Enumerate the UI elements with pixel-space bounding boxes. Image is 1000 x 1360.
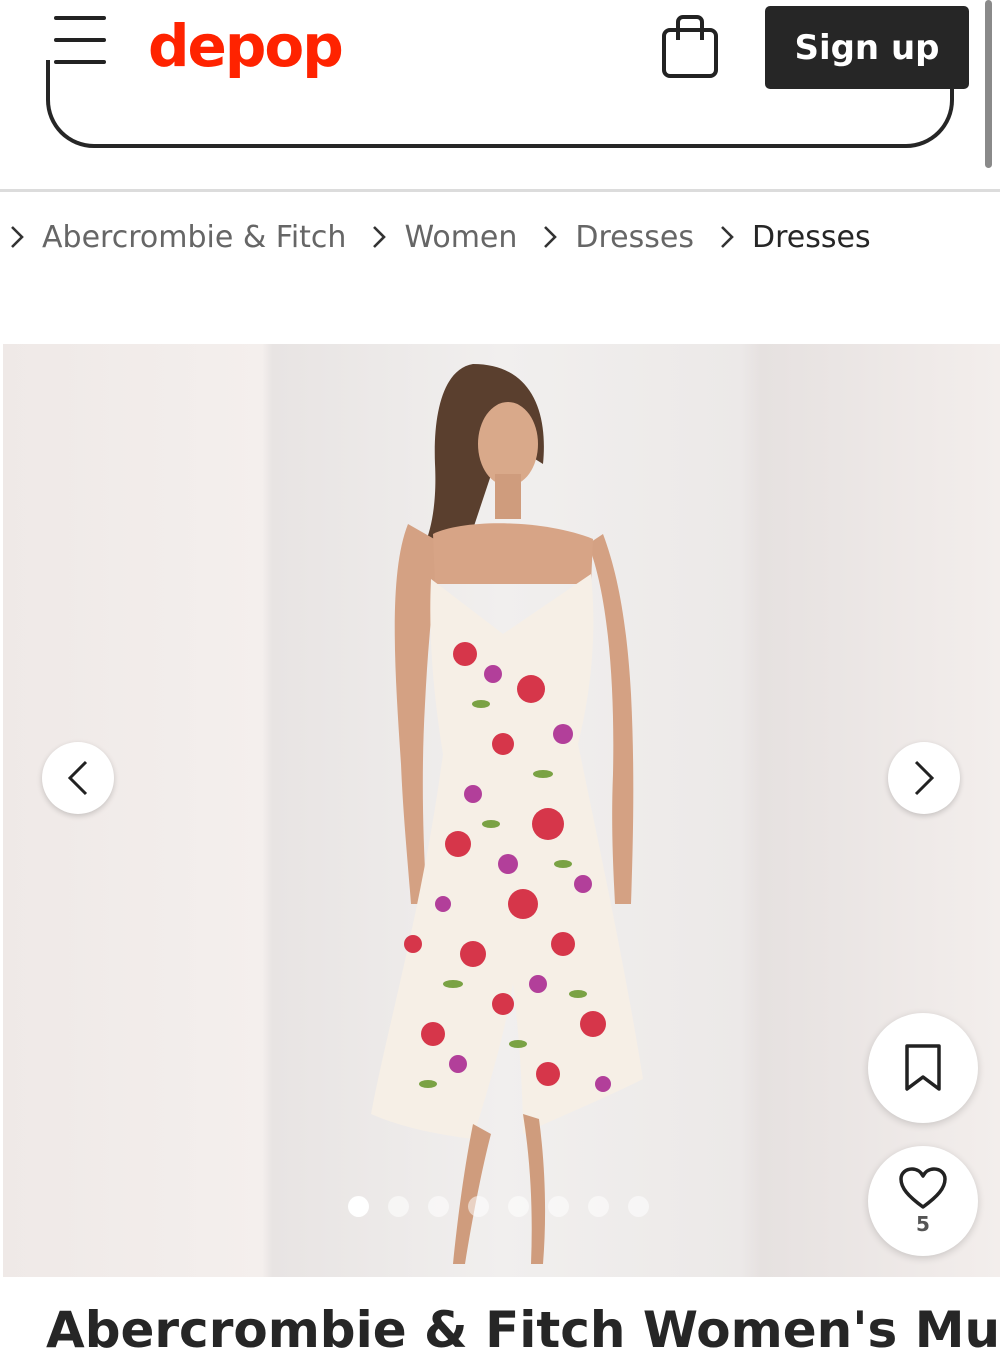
chevron-right-icon [0, 220, 34, 254]
previous-image-button[interactable] [42, 742, 114, 814]
bookmark-icon [905, 1044, 941, 1091]
chevron-right-icon [362, 220, 396, 254]
gallery-dot[interactable] [428, 1196, 449, 1217]
header-divider [0, 189, 1000, 192]
hamburger-menu-icon[interactable] [52, 14, 110, 66]
chevron-left-icon [67, 760, 88, 796]
product-image-gallery[interactable]: 5 [3, 344, 1000, 1277]
chevron-right-icon [914, 760, 935, 796]
breadcrumb: Abercrombie & Fitch Women Dresses Dresse… [0, 212, 1000, 262]
site-header: depop Sign up [0, 0, 1000, 190]
gallery-dot[interactable] [468, 1196, 489, 1217]
breadcrumb-brand-link[interactable]: Abercrombie & Fitch [42, 220, 346, 255]
gallery-pagination-dots [348, 1196, 649, 1217]
gallery-dot[interactable] [628, 1196, 649, 1217]
gallery-dot[interactable] [388, 1196, 409, 1217]
gallery-dot[interactable] [508, 1196, 529, 1217]
chevron-right-icon [533, 220, 567, 254]
page-scrollbar[interactable] [985, 0, 992, 168]
breadcrumb-women-link[interactable]: Women [404, 220, 517, 255]
next-image-button[interactable] [888, 742, 960, 814]
product-photo [371, 364, 643, 1264]
gallery-dot[interactable] [548, 1196, 569, 1217]
like-button[interactable]: 5 [868, 1146, 978, 1256]
breadcrumb-current: Dresses [752, 219, 871, 255]
save-button[interactable] [868, 1013, 978, 1123]
heart-icon [899, 1167, 947, 1209]
like-count: 5 [916, 1212, 930, 1236]
gallery-dot[interactable] [348, 1196, 369, 1217]
chevron-right-icon [710, 220, 744, 254]
search-bar[interactable] [46, 60, 954, 148]
product-title: Abercrombie & Fitch Women's Multi [46, 1301, 996, 1359]
breadcrumb-dresses-link[interactable]: Dresses [575, 220, 694, 255]
gallery-dot[interactable] [588, 1196, 609, 1217]
